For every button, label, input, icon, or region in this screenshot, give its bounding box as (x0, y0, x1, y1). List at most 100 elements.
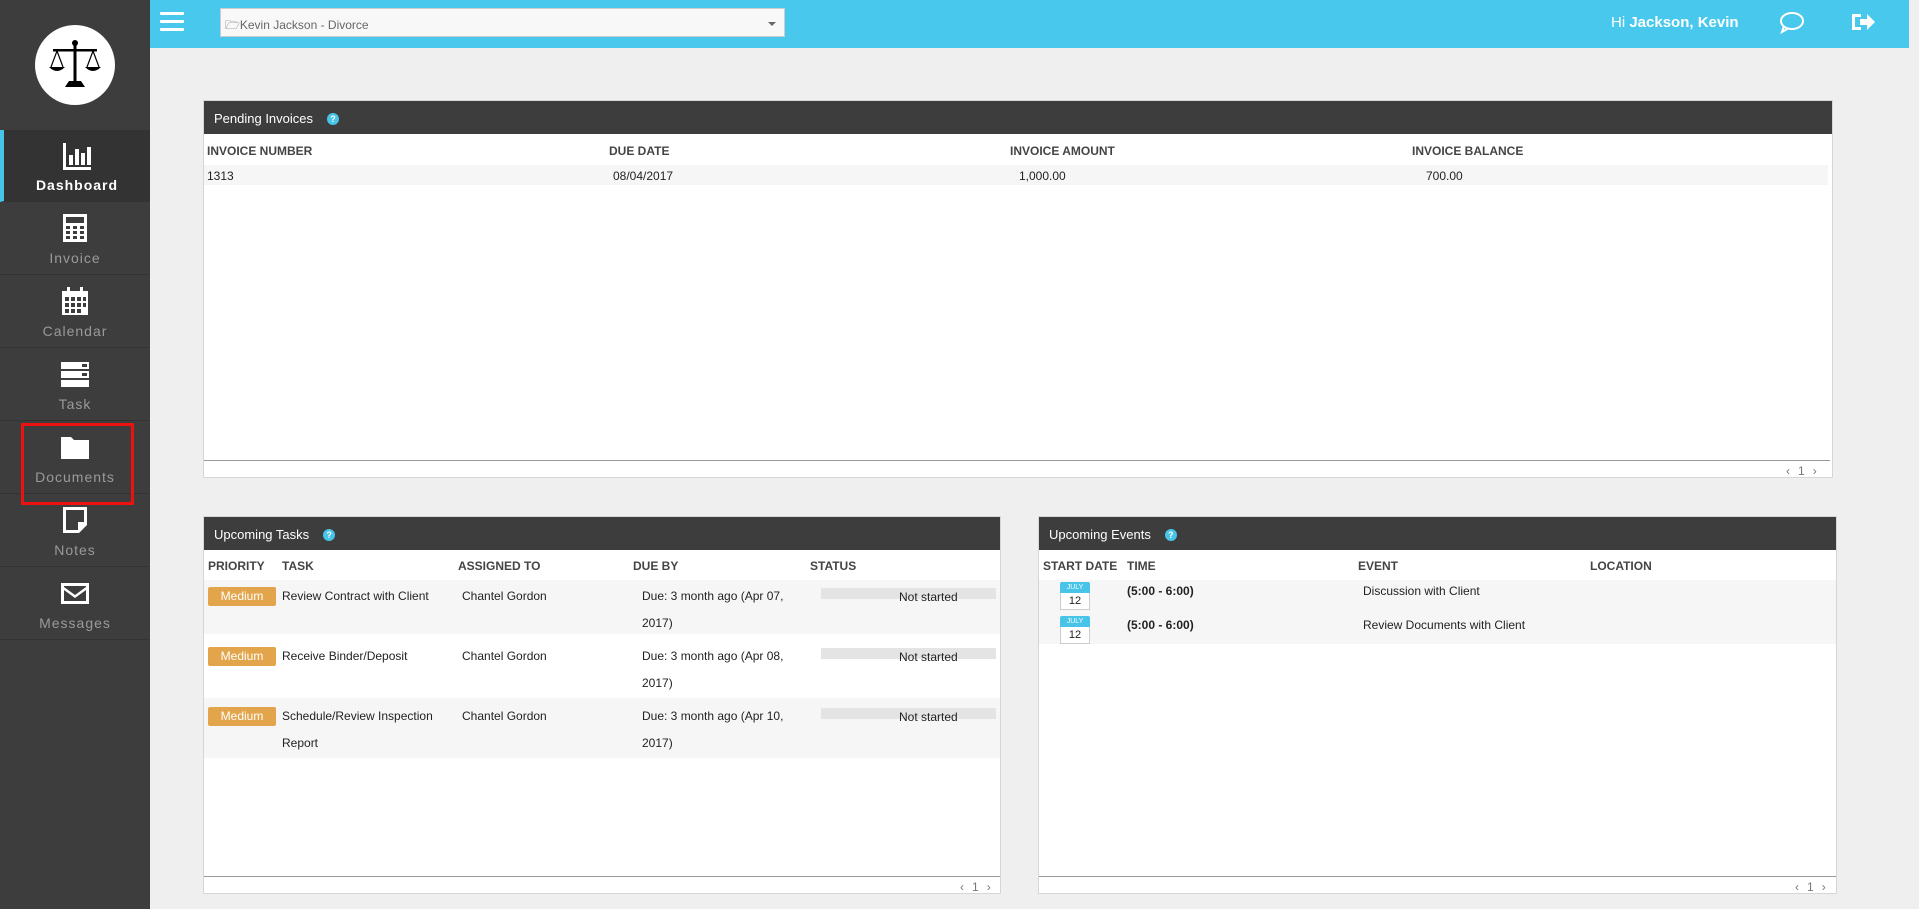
event-month: JULY (1060, 616, 1090, 627)
column-header[interactable]: ASSIGNED TO (458, 559, 540, 573)
logo-area (0, 0, 150, 130)
sidebar: Dashboard Invoice Calendar Task Document… (0, 0, 150, 909)
invoice-due-date: 08/04/2017 (613, 169, 674, 183)
task-assignee: Chantel Gordon (462, 709, 547, 723)
sidebar-item-dashboard[interactable]: Dashboard (0, 130, 150, 202)
column-header[interactable]: PRIORITY (208, 559, 265, 573)
pagination: ‹ 1 › (956, 880, 995, 894)
column-header[interactable]: TASK (282, 559, 314, 573)
envelope-icon (61, 582, 89, 604)
task-name[interactable]: Schedule/Review Inspection (282, 709, 433, 723)
hamburger-menu-icon[interactable] (160, 12, 184, 32)
pagination: ‹ 1 › (1791, 880, 1830, 894)
page-number[interactable]: 1 (1807, 880, 1814, 894)
panel-header: Pending Invoices? (204, 101, 1832, 134)
task-due-continued: 2017) (642, 676, 673, 690)
column-header[interactable]: INVOICE NUMBER (207, 144, 312, 158)
user-greeting: Hi Jackson, Kevin (1611, 14, 1739, 31)
task-due: Due: 3 month ago (Apr 07, (642, 589, 784, 603)
sidebar-item-label: Task (58, 395, 92, 412)
page-number[interactable]: 1 (1798, 464, 1805, 478)
panel-footer-divider (204, 460, 1830, 461)
sticky-note-icon (63, 506, 87, 533)
panel-title: Pending Invoices (214, 111, 314, 126)
task-name-continued[interactable]: Report (282, 736, 318, 750)
calendar-icon (62, 286, 88, 315)
table-row[interactable] (204, 165, 1828, 185)
upcoming-tasks-panel: Upcoming Tasks? PRIORITY TASK ASSIGNED T… (203, 516, 1001, 894)
prev-page-button[interactable]: ‹ (960, 880, 964, 894)
task-name[interactable]: Receive Binder/Deposit (282, 649, 407, 663)
sidebar-item-label: Dashboard (35, 176, 119, 193)
column-header[interactable]: START DATE (1043, 559, 1117, 573)
event-month: JULY (1060, 582, 1090, 593)
invoice-number: 1313 (207, 169, 234, 183)
pagination: ‹ 1 › (1782, 464, 1821, 478)
row-spacer (204, 634, 1000, 638)
panel-header: Upcoming Tasks? (204, 517, 1000, 550)
task-due: Due: 3 month ago (Apr 10, (642, 709, 784, 723)
help-icon[interactable]: ? (323, 529, 336, 541)
prev-page-button[interactable]: ‹ (1786, 464, 1790, 478)
upcoming-events-panel: Upcoming Events? START DATE TIME EVENT L… (1038, 516, 1837, 894)
scales-of-justice-icon[interactable] (35, 25, 115, 105)
prev-page-button[interactable]: ‹ (1795, 880, 1799, 894)
folder-icon (61, 436, 89, 459)
panel-header: Upcoming Events? (1039, 517, 1836, 550)
priority-badge: Medium (208, 647, 276, 666)
column-header[interactable]: DUE BY (633, 559, 678, 573)
column-header[interactable]: INVOICE AMOUNT (1010, 144, 1115, 158)
case-select-value: 🗁Kevin Jackson - Divorce (225, 18, 369, 32)
next-page-button[interactable]: › (1822, 880, 1826, 894)
sidebar-item-messages[interactable]: Messages (0, 568, 150, 640)
task-due: Due: 3 month ago (Apr 08, (642, 649, 784, 663)
column-header[interactable]: INVOICE BALANCE (1412, 144, 1523, 158)
task-status: Not started (899, 650, 958, 664)
column-header[interactable]: STATUS (810, 559, 856, 573)
chevron-down-icon (768, 22, 776, 26)
help-icon[interactable]: ? (1164, 529, 1177, 541)
column-header[interactable]: DUE DATE (609, 144, 669, 158)
next-page-button[interactable]: › (1813, 464, 1817, 478)
task-due-continued: 2017) (642, 736, 673, 750)
chat-bubble-icon[interactable] (1778, 10, 1806, 34)
sidebar-item-label: Documents (35, 468, 115, 485)
sidebar-item-label: Invoice (49, 249, 101, 266)
page-number[interactable]: 1 (972, 880, 979, 894)
invoice-amount: 1,000.00 (1019, 169, 1066, 183)
event-name[interactable]: Review Documents with Client (1363, 618, 1525, 632)
sidebar-item-documents[interactable]: Documents (0, 422, 150, 505)
case-select[interactable]: 🗁Kevin Jackson - Divorce (220, 8, 785, 37)
next-page-button[interactable]: › (987, 880, 991, 894)
logout-icon[interactable] (1850, 10, 1876, 34)
sidebar-item-task[interactable]: Task (0, 349, 150, 421)
help-icon[interactable]: ? (327, 113, 340, 125)
task-status: Not started (899, 710, 958, 724)
sidebar-item-invoice[interactable]: Invoice (0, 203, 150, 275)
column-header[interactable]: EVENT (1358, 559, 1398, 573)
priority-badge: Medium (208, 587, 276, 606)
sidebar-item-notes[interactable]: Notes (0, 495, 150, 567)
panel-title: Upcoming Tasks (214, 527, 310, 542)
task-name[interactable]: Review Contract with Client (282, 589, 429, 603)
event-time: (5:00 - 6:00) (1127, 618, 1194, 632)
sidebar-item-label: Calendar (42, 322, 108, 339)
bar-chart-icon (63, 142, 91, 170)
event-time: (5:00 - 6:00) (1127, 584, 1194, 598)
sidebar-item-label: Messages (39, 614, 111, 631)
event-name[interactable]: Discussion with Client (1363, 584, 1480, 598)
top-bar: 🗁Kevin Jackson - Divorce Hi Jackson, Kev… (150, 0, 1909, 48)
column-header[interactable]: TIME (1127, 559, 1156, 573)
date-badge-icon: JULY 12 (1060, 616, 1090, 644)
task-assignee: Chantel Gordon (462, 589, 547, 603)
event-day: 12 (1060, 593, 1090, 610)
sidebar-item-calendar[interactable]: Calendar (0, 276, 150, 348)
sidebar-item-label: Notes (54, 541, 96, 558)
user-name: Jackson, Kevin (1629, 14, 1739, 31)
table-row[interactable] (204, 698, 1000, 758)
date-badge-icon: JULY 12 (1060, 582, 1090, 610)
column-header[interactable]: LOCATION (1590, 559, 1652, 573)
pending-invoices-panel: Pending Invoices? INVOICE NUMBER DUE DAT… (203, 100, 1833, 478)
priority-badge: Medium (208, 707, 276, 726)
task-due-continued: 2017) (642, 616, 673, 630)
